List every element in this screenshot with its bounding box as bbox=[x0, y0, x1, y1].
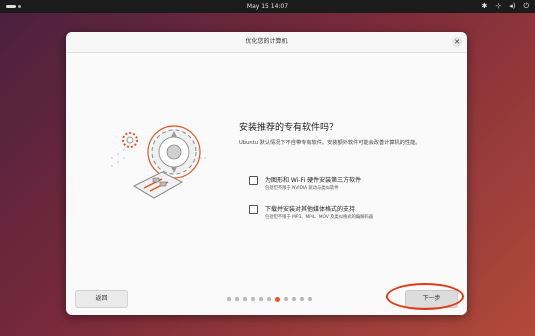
power-icon[interactable]: ⏻ bbox=[523, 0, 529, 13]
network-icon[interactable]: ⊹ bbox=[495, 0, 501, 13]
progress-dot bbox=[251, 297, 255, 301]
back-button[interactable]: 返回 bbox=[75, 290, 128, 308]
clock[interactable]: May 15 14:07 bbox=[0, 0, 535, 13]
option-sublabel: 包括但不限于 MP3、MP4、MOV 及类似格式的编解码器 bbox=[265, 215, 374, 220]
third-party-checkbox[interactable] bbox=[249, 176, 258, 185]
progress-dot bbox=[308, 297, 312, 301]
gear-icon bbox=[147, 125, 201, 179]
progress-dot bbox=[243, 297, 247, 301]
progress-dot bbox=[259, 297, 263, 301]
option-sublabel: 包括但不限于 NVIDIA 驱动与类似软件 bbox=[265, 186, 339, 191]
progress-dot bbox=[300, 297, 304, 301]
page-description: Ubuntu 默认情况下不自带专有软件。安装额外软件可能会改善计算机的性能。 bbox=[239, 140, 421, 146]
progress-dots bbox=[227, 296, 312, 302]
window-title: 优化您的计算机 bbox=[245, 38, 288, 45]
main-content: 安装推荐的专有软件吗？ Ubuntu 默认情况下不自带专有软件。安装额外软件可能… bbox=[239, 120, 439, 147]
window-titlebar: 优化您的计算机 ✕ bbox=[66, 32, 467, 53]
progress-dot bbox=[292, 297, 296, 301]
progress-dot bbox=[267, 297, 271, 301]
installer-window: 优化您的计算机 ✕ 安装推荐的专有软件吗？ Ubuntu 默认情况下不自带专有软… bbox=[66, 32, 467, 315]
close-button[interactable]: ✕ bbox=[452, 37, 462, 47]
option-label[interactable]: 为图形和 Wi-Fi 硬件安装第三方软件 bbox=[265, 175, 361, 184]
computer-gear-illustration bbox=[111, 125, 208, 199]
progress-dot bbox=[235, 297, 239, 301]
progress-dot bbox=[284, 297, 288, 301]
accessibility-icon[interactable]: ✱ bbox=[481, 0, 487, 13]
system-tray[interactable]: ✱ ⊹ ◂) ⏻ bbox=[481, 0, 529, 13]
next-button[interactable]: 下一步 bbox=[405, 290, 458, 308]
top-bar: May 15 14:07 ✱ ⊹ ◂) ⏻ bbox=[0, 0, 535, 13]
volume-icon[interactable]: ◂) bbox=[509, 0, 515, 13]
page-heading: 安装推荐的专有软件吗？ bbox=[239, 123, 339, 133]
circuit-board-icon bbox=[132, 171, 184, 199]
small-gear-icon bbox=[122, 132, 138, 148]
progress-dot-active bbox=[275, 296, 280, 302]
media-formats-checkbox[interactable] bbox=[249, 205, 258, 214]
progress-dot bbox=[227, 297, 231, 301]
option-label[interactable]: 下载并安装对其他媒体格式的支持 bbox=[265, 204, 355, 213]
